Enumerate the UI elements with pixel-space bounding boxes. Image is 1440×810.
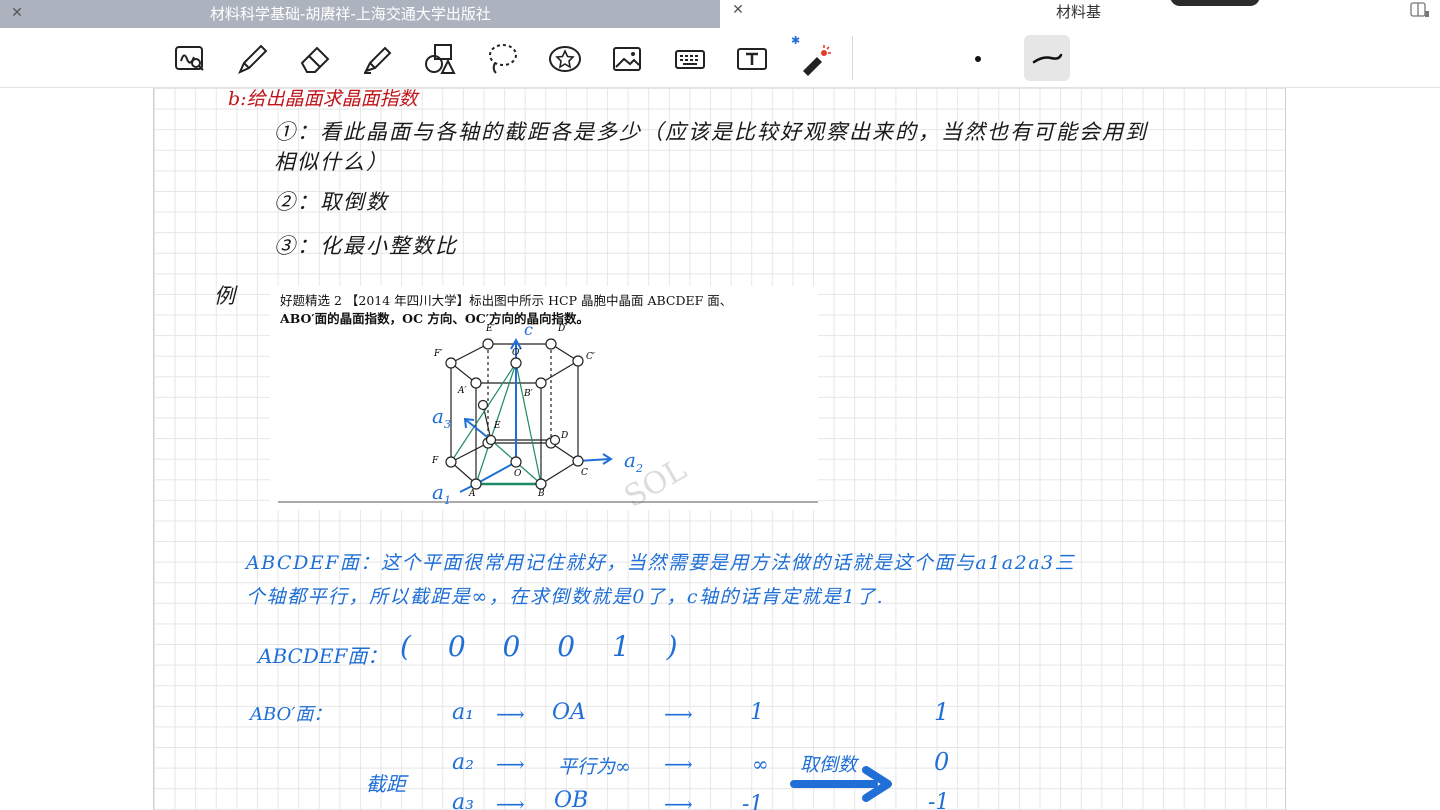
label-a-mid: A′ (458, 386, 467, 396)
label-d: D (561, 431, 569, 441)
row-2-axis: a₂ (452, 750, 474, 775)
toolbar-divider (852, 36, 853, 80)
tab-title: 材料科学基础-胡赓祥-上海交通大学出版社 (210, 5, 491, 23)
dot-size-icon (975, 56, 981, 62)
text-box-tool[interactable] (732, 40, 772, 78)
tab-second-document[interactable]: ✕ 材料基 (720, 0, 1440, 28)
label-e: E (494, 421, 501, 431)
highlighter-icon (364, 46, 392, 74)
tab-bar: ✕ 材料科学基础-胡赓祥-上海交通大学出版社 ✕ 材料基 (0, 0, 1440, 28)
example-label: 例 (214, 284, 237, 308)
shapes-tool[interactable] (420, 40, 460, 78)
keyboard-icon (675, 50, 705, 69)
eraser-icon (300, 46, 330, 73)
thick-arrow-icon (790, 766, 892, 802)
axis-label-a3: a3 (432, 404, 451, 431)
sticker-tool[interactable] (545, 40, 585, 78)
row-2-value: ∞ (752, 752, 769, 776)
abcdef-explanation-line-2: 个轴都平行，所以截距是∞，在求倒数就是0了，c轴的话肯定就是1了. (246, 586, 885, 608)
row-3-intercept: OB (554, 788, 589, 810)
intercept-label: 截距 (366, 772, 406, 796)
image-icon (613, 47, 641, 71)
label-d-top: D′ (558, 324, 568, 334)
row-3-axis: a₃ (452, 790, 474, 810)
pen-icon (238, 44, 268, 74)
label-f: F (432, 456, 439, 466)
text-box-icon (737, 48, 767, 70)
bluetooth-icon: ✱ (791, 34, 801, 47)
notes-app-window: ✕ 材料科学基础-胡赓祥-上海交通大学出版社 ✕ 材料基 ✱ b:给出晶面求晶面… (0, 0, 1440, 810)
row-1-arrow-2: ⟶ (664, 702, 693, 726)
axis-label-a1: a1 (432, 480, 451, 507)
row-1-arrow: ⟶ (496, 702, 525, 726)
row-3-arrow-2: ⟶ (664, 792, 693, 810)
label-f-top: F′ (434, 349, 443, 359)
shapes-icon (425, 44, 456, 74)
row-3-value: -1 (742, 792, 764, 810)
handwriting-zoom-tool[interactable] (170, 40, 210, 78)
abcdef-explanation-line-1: ABCDEF面：这个平面很常用记住就好，当然需要是用方法做的话就是这个面与a1a… (246, 552, 1076, 574)
image-tool[interactable] (607, 40, 647, 78)
drawing-toolbar: ✱ (0, 28, 1440, 88)
axis-label-a2: a2 (624, 448, 643, 475)
status-pill (1170, 0, 1260, 6)
row-2-intercept: 平行为∞ (558, 756, 631, 778)
label-c-top: C′ (586, 352, 595, 362)
lasso-icon (489, 44, 517, 74)
label-e-top: E′ (486, 324, 495, 334)
label-c: C (581, 468, 588, 478)
step-1-line-2: 相似什么） (274, 150, 389, 174)
label-a: A (469, 489, 476, 499)
step-2: ②：取倒数 (274, 190, 389, 214)
sticker-icon (549, 46, 581, 72)
abcdef-result-label: ABCDEF面： (258, 644, 388, 668)
close-tab-icon[interactable]: ✕ (729, 1, 747, 19)
split-view-icon[interactable] (1410, 2, 1430, 18)
keyboard-tool[interactable] (670, 40, 710, 78)
row-2-reciprocal: 0 (934, 748, 950, 776)
row-1-value: 1 (750, 700, 764, 725)
stroke-size-dot[interactable] (958, 40, 998, 78)
tab-active-document[interactable]: ✕ 材料科学基础-胡赓祥-上海交通大学出版社 (0, 0, 720, 28)
stroke-curve-icon (1032, 53, 1063, 64)
label-b-mid: B′ (524, 389, 533, 399)
step-1-line-1: ①：看此晶面与各轴的截距各是多少（应该是比较好观察出来的，当然也有可能会用到 (274, 120, 1148, 144)
handwriting-zoom-icon (175, 46, 204, 71)
laser-pointer-tool[interactable]: ✱ (791, 34, 835, 78)
row-2-arrow-2: ⟶ (664, 752, 693, 776)
axis-label-c: c (524, 320, 533, 339)
lasso-tool[interactable] (482, 40, 522, 78)
row-3-reciprocal: -1 (928, 790, 950, 810)
label-o-top: O′ (512, 348, 522, 358)
laser-pointer-icon (803, 45, 831, 76)
row-2-arrow: ⟶ (496, 752, 525, 776)
step-3: ③：化最小整数比 (274, 234, 458, 258)
row-1-intercept: OA (552, 700, 586, 725)
row-3-arrow: ⟶ (496, 792, 525, 810)
notebook-canvas[interactable]: b:给出晶面求晶面指数 ①：看此晶面与各轴的截距各是多少（应该是比较好观察出来的… (0, 88, 1440, 810)
row-1-reciprocal: 1 (934, 698, 950, 726)
abcdef-miller-index: ( 0 0 0 1 ) (400, 630, 692, 663)
label-b: B (538, 489, 545, 499)
stroke-style-selector[interactable] (1024, 35, 1070, 81)
pen-tool[interactable] (232, 40, 272, 78)
section-heading: b:给出晶面求晶面指数 (228, 88, 418, 110)
label-o: O (514, 469, 522, 479)
tab-title: 材料基 (1056, 3, 1102, 21)
hcp-cell-diagram: SOL (278, 337, 818, 510)
abo-face-label: ABO′面： (250, 704, 332, 725)
close-tab-icon[interactable]: ✕ (8, 4, 26, 22)
eraser-tool[interactable] (295, 40, 335, 78)
pasted-problem-image[interactable]: 好题精选 2 【2014 年四川大学】标出图中所示 HCP 晶胞中晶面 ABCD… (270, 286, 818, 510)
highlighter-tool[interactable] (357, 40, 397, 78)
row-1-axis: a₁ (452, 700, 474, 725)
